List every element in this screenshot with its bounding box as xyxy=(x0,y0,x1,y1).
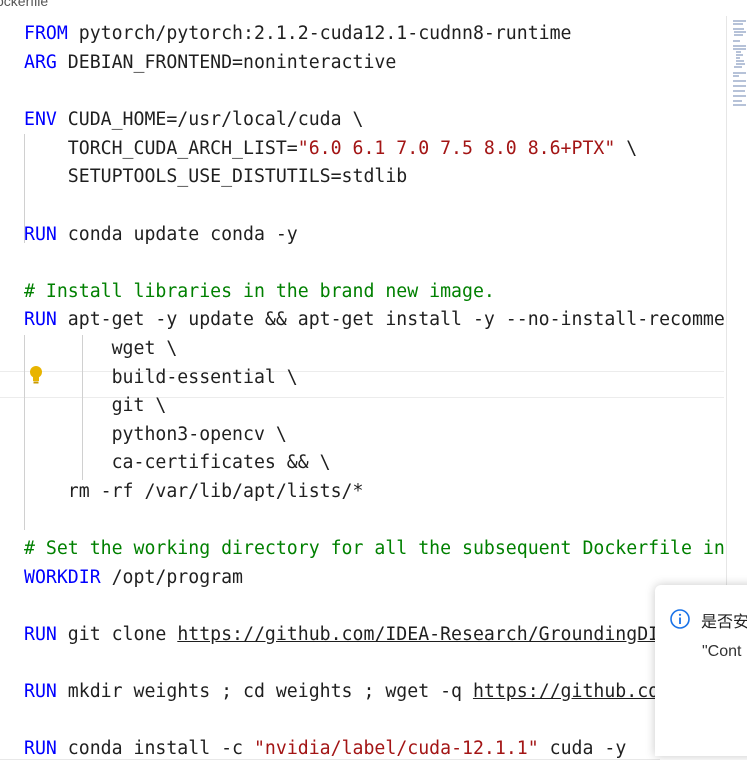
code-text: conda update conda -y xyxy=(56,223,298,245)
code-text: SETUPTOOLS_USE_DISTUTILS=stdlib xyxy=(24,166,408,188)
code-keyword: RUN xyxy=(24,309,57,331)
code-text: mkdir weights ; cd weights ; wget -q xyxy=(56,681,473,703)
code-text: rm -rf /var/lib/apt/lists/* xyxy=(24,480,364,502)
code-keyword: RUN xyxy=(24,223,57,245)
code-text: pytorch/pytorch:2.1.2-cuda12.1-cudnn8-ru… xyxy=(67,23,572,45)
notification-toast[interactable]: 是否安装 "Cont xyxy=(655,585,747,756)
code-line[interactable]: TORCH_CUDA_ARCH_LIST="6.0 6.1 7.0 7.5 8.… xyxy=(24,135,637,164)
code-line[interactable]: rm -rf /var/lib/apt/lists/* xyxy=(24,478,364,507)
notification-title: 是否安装 xyxy=(701,612,747,631)
code-line[interactable]: RUN mkdir weights ; cd weights ; wget -q… xyxy=(24,678,724,707)
code-string: "6.0 6.1 7.0 7.5 8.0 8.6+PTX" xyxy=(297,137,616,159)
code-text: python3-opencv \ xyxy=(24,423,287,445)
code-line[interactable]: build-essential \ xyxy=(24,364,298,393)
code-text: build-essential \ xyxy=(24,366,298,388)
code-line[interactable]: SETUPTOOLS_USE_DISTUTILS=stdlib xyxy=(24,163,407,192)
code-line[interactable]: RUN apt-get -y update && apt-get install… xyxy=(24,306,724,335)
code-keyword: WORKDIR xyxy=(24,566,101,588)
code-text: git clone xyxy=(56,623,178,645)
code-keyword: RUN xyxy=(24,623,57,645)
lightbulb-icon[interactable] xyxy=(27,365,45,385)
code-line[interactable]: git \ xyxy=(24,392,167,421)
code-string: "nvidia/label/cuda-12.1.1" xyxy=(253,738,539,760)
code-line[interactable]: ENV CUDA_HOME=/usr/local/cuda \ xyxy=(24,106,363,135)
code-line[interactable]: ARG DEBIAN_FRONTEND=noninteractive xyxy=(24,49,396,78)
code-text: ca-certificates && \ xyxy=(24,452,331,474)
code-editor[interactable]: FROM pytorch/pytorch:2.1.2-cuda12.1-cudn… xyxy=(0,20,724,760)
notification-body: "Cont xyxy=(702,643,742,660)
code-text: CUDA_HOME=/usr/local/cuda \ xyxy=(56,109,364,131)
code-comment: # Set the working directory for all the … xyxy=(24,538,724,560)
code-text: cuda -y xyxy=(538,738,627,760)
code-line[interactable]: wget \ xyxy=(24,335,178,364)
code-text: \ xyxy=(615,137,638,159)
code-line[interactable]: RUN conda install -c "nvidia/label/cuda-… xyxy=(24,735,626,760)
code-text: wget \ xyxy=(24,337,178,359)
code-line[interactable]: RUN conda update conda -y xyxy=(24,221,298,250)
code-line[interactable]: # Install libraries in the brand new ima… xyxy=(24,278,495,307)
code-text: git \ xyxy=(24,395,167,417)
code-comment: # Install libraries in the brand new ima… xyxy=(24,280,495,302)
code-line[interactable]: python3-opencv \ xyxy=(24,421,287,450)
code-line[interactable]: FROM pytorch/pytorch:2.1.2-cuda12.1-cudn… xyxy=(24,20,572,49)
code-text: conda install -c xyxy=(56,738,254,760)
code-text: TORCH_CUDA_ARCH_LIST= xyxy=(24,137,298,159)
code-keyword: RUN xyxy=(24,738,57,760)
code-keyword: FROM xyxy=(24,23,68,45)
code-line[interactable]: RUN git clone https://github.com/IDEA-Re… xyxy=(24,621,724,650)
code-text: DEBIAN_FRONTEND=noninteractive xyxy=(56,51,397,73)
code-link[interactable]: https://github.com/IDEA-Research/Groundi… xyxy=(177,624,724,645)
info-icon xyxy=(670,609,690,629)
code-line[interactable]: WORKDIR /opt/program xyxy=(24,564,243,593)
code-text: /opt/program xyxy=(100,566,244,588)
code-keyword: RUN xyxy=(24,681,57,703)
code-keyword: ENV xyxy=(24,109,57,131)
code-text: apt-get -y update && apt-get install -y … xyxy=(56,309,724,331)
code-line[interactable]: ca-certificates && \ xyxy=(24,449,331,478)
code-keyword: ARG xyxy=(24,51,57,73)
code-line[interactable]: # Set the working directory for all the … xyxy=(24,535,724,564)
file-tab-title[interactable]: ockerfile xyxy=(0,0,48,9)
